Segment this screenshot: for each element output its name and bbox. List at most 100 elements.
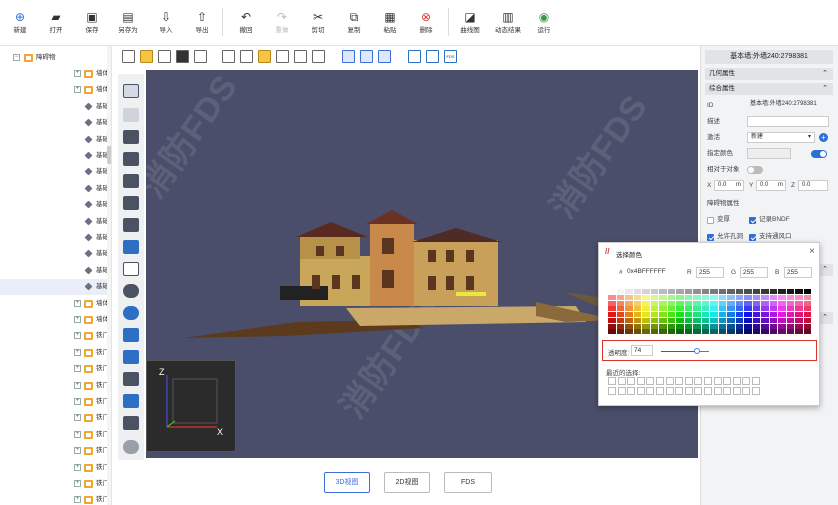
recent-color-cell[interactable] [627,387,636,395]
color-swatch-cell[interactable] [608,289,616,295]
color-palette-grid[interactable] [608,289,812,335]
color-swatch-cell[interactable] [727,329,735,335]
color-swatch-cell[interactable] [769,312,778,318]
color-swatch-cell[interactable] [625,329,633,335]
color-swatch-cell[interactable] [676,294,684,300]
front-view-icon[interactable] [222,50,235,63]
color-swatch-cell[interactable] [744,323,752,329]
color-swatch-cell[interactable] [752,294,761,300]
recent-color-cell[interactable] [608,377,616,385]
delete-button[interactable]: ⊗ 删除 [412,8,440,35]
color-swatch-cell[interactable] [642,306,650,312]
tree-item[interactable]: + 铁门 [0,492,109,505]
color-swatch-cell[interactable] [752,306,761,312]
color-swatch-cell[interactable] [761,300,769,306]
tree-item[interactable]: + 墙体 [0,82,109,98]
color-swatch-cell[interactable] [795,329,803,335]
recent-color-cell[interactable] [694,377,703,385]
paste-button[interactable]: ▦ 粘贴 [376,8,404,35]
expand-toggle[interactable]: + [74,447,81,455]
color-swatch-cell[interactable] [701,300,710,306]
color-swatch-cell[interactable] [667,294,676,300]
outline-view-icon[interactable] [158,50,171,63]
color-swatch-cell[interactable] [650,317,659,323]
color-swatch-cell[interactable] [684,306,693,312]
tree-root[interactable]: − 障碍物 [0,50,107,66]
color-swatch-cell[interactable] [625,323,633,329]
color-swatch-cell[interactable] [727,300,735,306]
color-swatch-cell[interactable] [633,289,642,295]
color-swatch-cell[interactable] [667,329,676,335]
color-swatch-cell[interactable] [710,329,718,335]
color-swatch-cell[interactable] [718,329,727,335]
tree-item[interactable]: + 铁门 [0,427,109,443]
color-swatch-cell[interactable] [727,312,735,318]
add-circle-icon[interactable]: + [819,133,828,142]
color-swatch-cell[interactable] [633,312,642,318]
top-view-icon[interactable] [294,50,307,63]
color-swatch-cell[interactable] [625,300,633,306]
description-input[interactable] [747,116,829,127]
particles-icon[interactable] [123,284,139,298]
color-swatch-cell[interactable] [642,294,650,300]
color-swatch-cell[interactable] [761,323,769,329]
tree-scroll-thumb[interactable] [107,146,111,164]
color-swatch-cell[interactable] [718,312,727,318]
color-swatch-cell[interactable] [633,300,642,306]
color-swatch-cell[interactable] [710,312,718,318]
color-swatch-cell[interactable] [684,300,693,306]
run-button[interactable]: ◉ 运行 [530,8,558,35]
color-swatch-cell[interactable] [625,306,633,312]
tree-item[interactable]: + 墙体 [0,312,109,328]
color-swatch-cell[interactable] [684,329,693,335]
expand-toggle[interactable]: + [74,430,81,438]
color-swatch-cell[interactable] [735,312,744,318]
color-swatch-cell[interactable] [693,323,701,329]
color-swatch-cell[interactable] [727,317,735,323]
color-swatch-cell[interactable] [727,294,735,300]
recent-color-cell[interactable] [656,377,664,385]
tree-item[interactable]: + 墙体 [0,296,109,312]
back-view-icon[interactable] [240,50,253,63]
color-swatch-cell[interactable] [693,306,701,312]
relative-toggle[interactable] [747,166,763,174]
color-swatch-cell[interactable] [803,289,812,295]
color-swatch-cell[interactable] [625,289,633,295]
color-swatch-cell[interactable] [710,294,718,300]
recent-color-cell[interactable] [704,387,712,395]
color-swatch-cell[interactable] [616,329,625,335]
tree-item[interactable]: + 铁门 [0,378,109,394]
recent-color-cell[interactable] [617,387,626,395]
recent-color-cell[interactable] [656,387,664,395]
color-swatch-cell[interactable] [786,312,795,318]
color-swatch-cell[interactable] [744,289,752,295]
mesh-icon[interactable] [123,108,139,122]
color-swatch-cell[interactable] [701,317,710,323]
color-swatch-cell[interactable] [676,312,684,318]
color-swatch-cell[interactable] [727,289,735,295]
z-input[interactable]: 0.0 [798,180,828,191]
color-swatch-cell[interactable] [684,323,693,329]
geometry-section[interactable]: 几何属性 ⌃ [705,68,833,80]
color-swatch-cell[interactable] [778,300,786,306]
color-swatch-cell[interactable] [616,294,625,300]
color-swatch-cell[interactable] [625,317,633,323]
tree-item[interactable]: 基础 [0,132,109,148]
color-swatch-cell[interactable] [718,289,727,295]
color-swatch-cell[interactable] [710,306,718,312]
color-swatch-cell[interactable] [795,312,803,318]
isosurface-icon[interactable] [123,394,139,408]
color-swatch-cell[interactable] [693,317,701,323]
color-swatch-cell[interactable] [769,329,778,335]
color-swatch-cell[interactable] [667,323,676,329]
dynamic-results-button[interactable]: ▥ 动态结果 [494,8,522,35]
obstacle-icon[interactable] [123,130,139,144]
color-swatch-cell[interactable] [786,329,795,335]
recent-color-cell[interactable] [732,387,741,395]
color-swatch-cell[interactable] [693,294,701,300]
recent-color-cell[interactable] [752,377,760,385]
color-swatch-cell[interactable] [786,306,795,312]
color-swatch-cell[interactable] [727,306,735,312]
settings-gear-icon[interactable] [123,440,139,454]
color-swatch-cell[interactable] [735,317,744,323]
